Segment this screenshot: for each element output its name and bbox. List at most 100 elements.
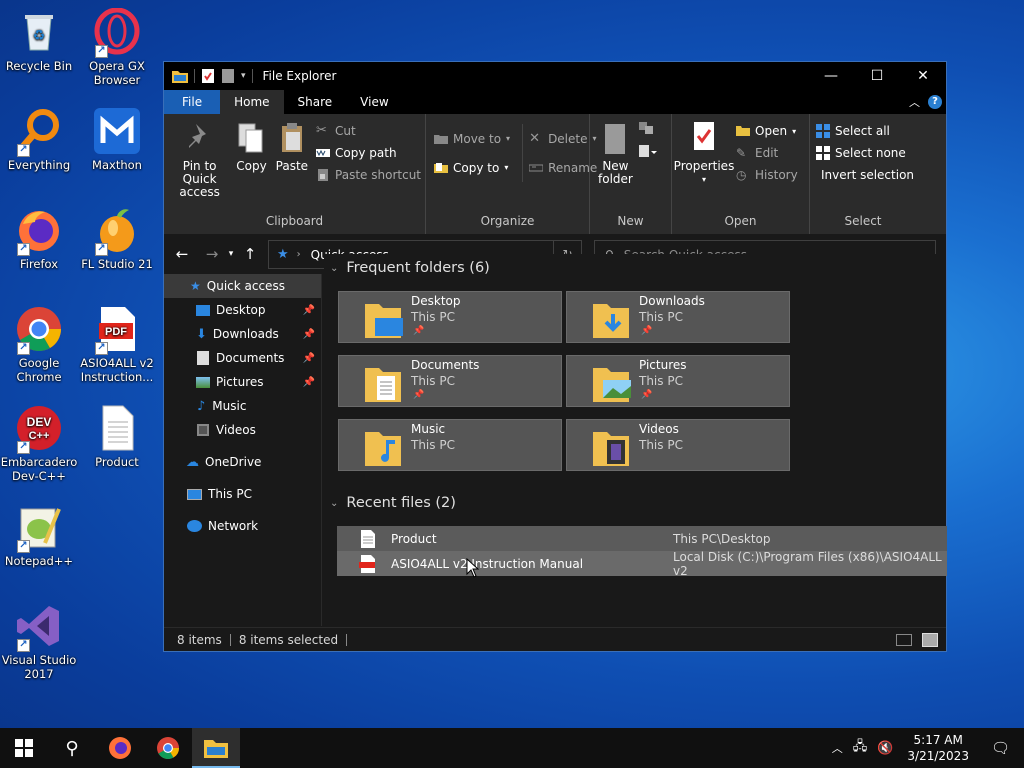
- nav-onedrive-label: OneDrive: [205, 455, 262, 469]
- nav-quick-access[interactable]: ★ Quick access: [164, 274, 321, 298]
- minimize-button[interactable]: —: [808, 62, 854, 90]
- rename-button[interactable]: Rename: [529, 153, 597, 182]
- new-folder-qat-icon[interactable]: [221, 68, 235, 84]
- notifications-icon[interactable]: 🗨: [977, 739, 1024, 757]
- back-button[interactable]: ←: [170, 245, 194, 263]
- folder-tile-pictures[interactable]: Pictures This PC 📌: [566, 355, 790, 407]
- clock[interactable]: 5:17 AM 3/21/2023: [899, 732, 977, 764]
- taskbar-search-button[interactable]: ⚲: [48, 728, 96, 768]
- nav-videos[interactable]: Videos: [164, 418, 321, 442]
- new-folder-button[interactable]: New folder: [594, 118, 637, 188]
- desktop-icon-firefox[interactable]: ↗ Firefox: [0, 206, 78, 271]
- ribbon-group-organize: Move to ▾ Copy to ▾ ✕ Delete ▾ Rename Organi…: [426, 114, 597, 234]
- frequent-folders-header[interactable]: ⌄ Frequent folders (6): [330, 256, 490, 280]
- nav-music[interactable]: ♪ Music: [164, 394, 321, 418]
- nav-onedrive[interactable]: ☁ OneDrive: [164, 450, 321, 474]
- nav-network[interactable]: Network: [164, 514, 321, 538]
- copy-path-button[interactable]: Copy path: [316, 142, 421, 164]
- select-all-button[interactable]: Select all: [816, 120, 912, 142]
- nav-desktop[interactable]: Desktop 📌: [164, 298, 321, 322]
- maximize-button[interactable]: ☐: [854, 62, 900, 90]
- recent-file-name: Product: [391, 531, 437, 546]
- properties-qat-icon[interactable]: [201, 68, 215, 84]
- desktop-icon-asio4all-manual[interactable]: PDF ↗ ASIO4ALL v2 Instruction...: [78, 305, 156, 384]
- help-icon[interactable]: ?: [928, 95, 942, 109]
- copy-to-button[interactable]: Copy to ▾: [434, 153, 510, 182]
- nav-documents[interactable]: Documents 📌: [164, 346, 321, 370]
- svg-text:DEV: DEV: [27, 415, 52, 429]
- cut-button[interactable]: ✂ Cut: [316, 120, 421, 142]
- desktop-icon-visual-studio[interactable]: ↗ Visual Studio 2017: [0, 602, 78, 681]
- folder-tile-documents[interactable]: Documents This PC 📌: [338, 355, 562, 407]
- desktop-icon-label: Embarcadero Dev-C++: [0, 455, 78, 483]
- delete-button[interactable]: ✕ Delete ▾: [529, 124, 597, 153]
- edit-button[interactable]: ✎ Edit: [736, 142, 798, 164]
- up-button[interactable]: ↑: [238, 245, 262, 263]
- large-icons-view-icon[interactable]: [922, 633, 938, 647]
- start-button[interactable]: [0, 728, 48, 768]
- nav-pictures[interactable]: Pictures 📌: [164, 370, 321, 394]
- select-none-button[interactable]: Select none: [816, 142, 912, 164]
- taskbar-chrome[interactable]: [144, 728, 192, 768]
- tab-file[interactable]: File: [164, 90, 221, 114]
- nav-this-pc[interactable]: This PC: [164, 482, 321, 506]
- properties-button[interactable]: Properties ▾: [674, 118, 734, 188]
- history-button[interactable]: ◷ History: [736, 164, 798, 186]
- collapse-ribbon-icon[interactable]: ︿: [909, 94, 920, 110]
- folder-tile-downloads[interactable]: Downloads This PC 📌: [566, 291, 790, 343]
- show-hidden-icons-chevron-icon[interactable]: ︿: [826, 740, 849, 756]
- customize-qat-dropdown-icon[interactable]: ▾: [241, 71, 246, 81]
- folder-tile-music[interactable]: Music This PC: [338, 419, 562, 471]
- breadcrumb-chevron-icon[interactable]: ›: [297, 249, 301, 260]
- desktop-icon-opera-gx[interactable]: ↗ Opera GX Browser: [78, 7, 156, 87]
- desktop-icon-dev-cpp[interactable]: DEV C++ ↗ Embarcadero Dev-C++: [0, 404, 78, 483]
- desktop-icon-label: Notepad++: [4, 554, 74, 568]
- selected-count: 8 items selected: [238, 632, 339, 647]
- paste-button[interactable]: Paste: [272, 118, 312, 201]
- desktop-icon-recycle-bin[interactable]: ♻ Recycle Bin: [0, 8, 78, 73]
- recent-files-header[interactable]: ⌄ Recent files (2): [330, 491, 456, 515]
- desktop-icon-fl-studio[interactable]: ↗ FL Studio 21: [78, 206, 156, 271]
- invert-selection-button[interactable]: Invert selection: [816, 164, 914, 186]
- folder-tile-videos[interactable]: Videos This PC: [566, 419, 790, 471]
- easy-access-icon[interactable]: [637, 143, 659, 163]
- copy-button[interactable]: Copy: [231, 118, 271, 201]
- pinned-icon: 📌: [641, 326, 653, 336]
- separator: [194, 69, 195, 83]
- desktop-icon-maxthon[interactable]: Maxthon: [78, 107, 156, 172]
- folder-tile-desktop[interactable]: Desktop This PC 📌: [338, 291, 562, 343]
- recent-file-row[interactable]: ASIO4ALL v2 Instruction Manual Local Dis…: [337, 550, 947, 578]
- window-controls: — ☐ ✕: [808, 62, 946, 90]
- taskbar-firefox[interactable]: [96, 728, 144, 768]
- desktop-icon-label: Firefox: [19, 257, 59, 271]
- tab-home[interactable]: Home: [220, 90, 284, 114]
- window-title: File Explorer: [262, 69, 337, 83]
- tab-share[interactable]: Share: [284, 90, 347, 114]
- open-button[interactable]: Open ▾: [736, 120, 798, 142]
- paste-shortcut-button[interactable]: Paste shortcut: [316, 164, 421, 186]
- desktop-icon-google-chrome[interactable]: ↗ Google Chrome: [0, 305, 78, 384]
- recent-locations-dropdown[interactable]: ▾: [224, 249, 238, 259]
- desktop-icon-notepad-plus-plus[interactable]: ↗ Notepad++: [0, 503, 78, 568]
- forward-button[interactable]: →: [200, 245, 224, 263]
- close-button[interactable]: ✕: [900, 62, 946, 90]
- fl-studio-icon: ↗: [93, 206, 141, 256]
- desktop-icon-label: Maxthon: [92, 158, 142, 172]
- nav-downloads[interactable]: ⬇ Downloads 📌: [164, 322, 321, 346]
- tab-view[interactable]: View: [346, 90, 402, 114]
- select-group-label: Select: [844, 214, 882, 228]
- volume-muted-icon[interactable]: 🔇: [871, 741, 899, 756]
- svg-text:PDF: PDF: [105, 326, 127, 338]
- move-to-button[interactable]: Move to ▾: [434, 124, 510, 153]
- new-item-icon[interactable]: [637, 120, 659, 140]
- collapse-chevron-icon: ⌄: [330, 262, 339, 274]
- pin-to-quick-access-button[interactable]: Pin to Quick access: [168, 118, 231, 201]
- details-view-icon[interactable]: [896, 634, 912, 646]
- taskbar-file-explorer[interactable]: [192, 728, 240, 768]
- desktop-icon-product[interactable]: Product: [78, 404, 156, 469]
- select-none-icon: [816, 146, 830, 160]
- recent-file-row[interactable]: Product This PC\Desktop: [337, 526, 947, 551]
- desktop-icon-everything[interactable]: ↗ Everything: [0, 107, 78, 172]
- network-icon[interactable]: 🖧: [849, 737, 872, 759]
- properties-dropdown-icon: ▾: [701, 175, 706, 184]
